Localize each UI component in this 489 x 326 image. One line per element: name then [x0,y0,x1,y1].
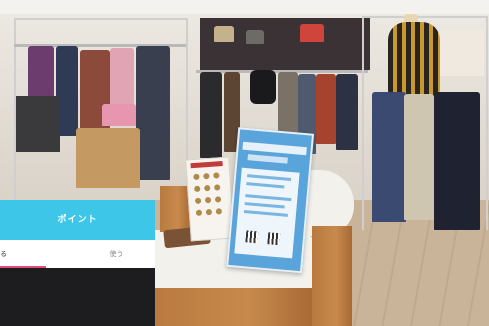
tab-use[interactable]: 使う [78,240,155,268]
counter-back [160,186,190,232]
mannequin-striped-top [388,22,440,96]
garment [336,74,358,150]
bag [246,30,264,44]
display-case [16,96,60,152]
counter-front [152,288,312,326]
folded-clothes-shelf [440,30,484,76]
trousers [404,94,434,220]
tab-earn[interactable]: る [0,240,78,268]
jacket [434,92,480,230]
garment [316,74,336,144]
garment [136,46,170,180]
counter-side [312,226,352,326]
app-content-area [0,268,155,326]
tab-bar: る 使う [0,240,155,268]
jeans [372,92,406,222]
bag [300,24,324,42]
bag [214,26,234,42]
pink-item [102,104,136,126]
handbag [250,70,276,104]
page-title: ポイント [57,215,98,225]
point-card-display [185,156,235,242]
qr-code-icon [267,232,281,246]
cardboard-box [76,128,140,188]
points-app-panel: ポイント る 使う [0,200,155,326]
qr-code-icon [245,230,259,244]
eco-point-sign [226,127,315,274]
garment [200,72,222,158]
app-header: ポイント [0,200,155,240]
